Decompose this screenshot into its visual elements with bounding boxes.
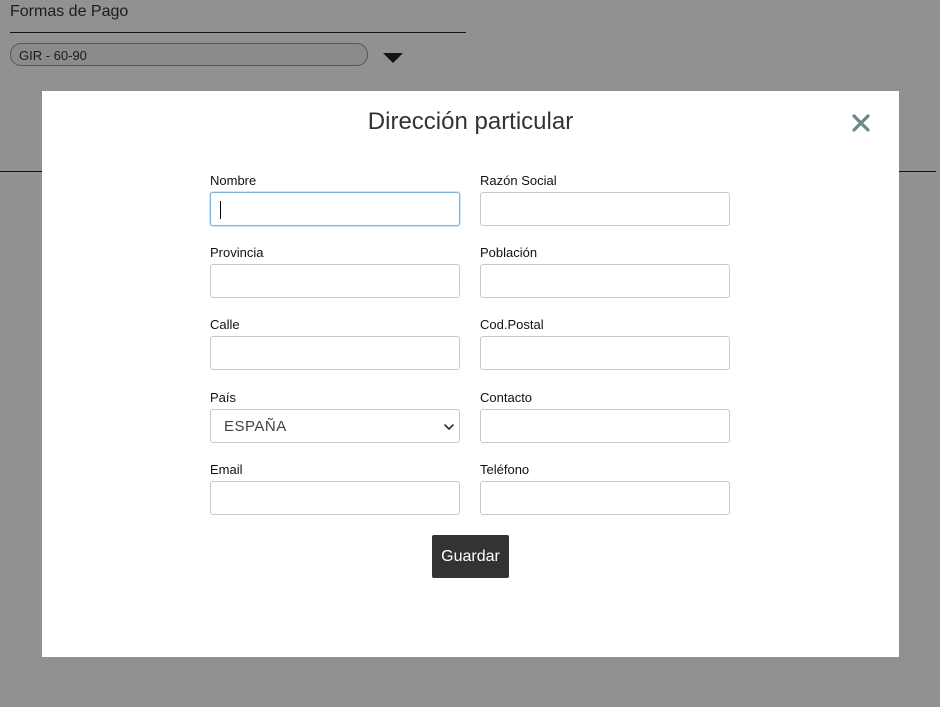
field-provincia: Provincia — [210, 245, 460, 298]
telefono-input[interactable] — [480, 481, 730, 515]
cod-postal-input[interactable] — [480, 336, 730, 370]
field-pais: País ESPAÑA — [210, 390, 460, 443]
modal-title: Dirección particular — [367, 108, 574, 135]
field-email: Email — [210, 462, 460, 515]
close-button[interactable] — [847, 109, 875, 137]
calle-label: Calle — [210, 317, 240, 332]
close-icon — [852, 114, 870, 132]
telefono-label: Teléfono — [480, 462, 530, 477]
field-cod-postal: Cod.Postal — [480, 317, 730, 370]
text-cursor — [220, 201, 221, 219]
poblacion-input[interactable] — [480, 264, 730, 298]
field-nombre: Nombre — [210, 173, 460, 226]
nombre-label: Nombre — [210, 173, 257, 188]
pais-label: País — [210, 390, 237, 405]
contacto-input[interactable] — [480, 409, 730, 443]
email-label: Email — [210, 462, 243, 477]
field-contacto: Contacto — [480, 390, 730, 443]
field-razon-social: Razón Social — [480, 173, 730, 226]
cod-postal-label: Cod.Postal — [480, 317, 544, 332]
field-calle: Calle — [210, 317, 460, 370]
provincia-input[interactable] — [210, 264, 460, 298]
chevron-down-icon — [444, 424, 454, 430]
razon-social-label: Razón Social — [480, 173, 557, 188]
field-telefono: Teléfono — [480, 462, 730, 515]
razon-social-input[interactable] — [480, 192, 730, 226]
provincia-label: Provincia — [210, 245, 264, 260]
calle-input[interactable] — [210, 336, 460, 370]
email-input[interactable] — [210, 481, 460, 515]
pais-select[interactable]: ESPAÑA — [210, 409, 460, 443]
poblacion-label: Población — [480, 245, 538, 260]
pais-selected-value: ESPAÑA — [224, 418, 287, 435]
contacto-label: Contacto — [480, 390, 533, 405]
nombre-input[interactable] — [210, 192, 460, 226]
save-button[interactable]: Guardar — [432, 535, 509, 578]
field-poblacion: Población — [480, 245, 730, 298]
address-modal: Dirección particular Nombre Razón Social… — [42, 91, 899, 657]
page: Formas de Pago GIR - 60-90 Dirección par… — [0, 0, 940, 707]
